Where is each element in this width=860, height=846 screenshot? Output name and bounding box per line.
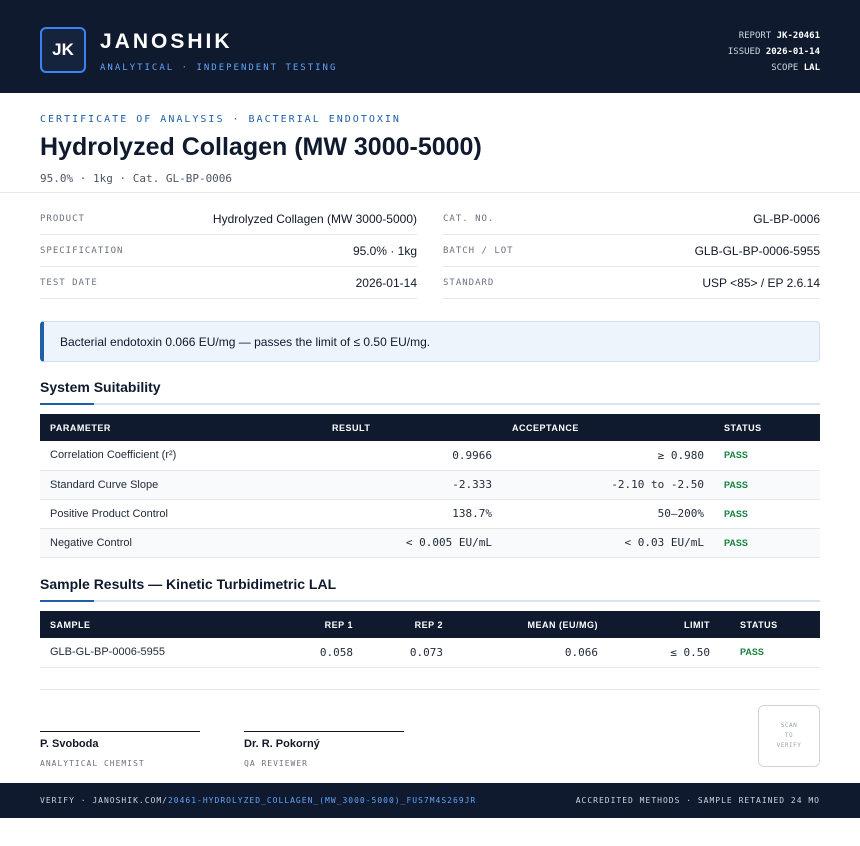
page-subtitle: 95.0% · 1kg · Cat. GL-BP-0006 (40, 172, 233, 185)
report-id: JK-20461 (776, 31, 820, 41)
info-cat-no: CAT. NO. GL-BP-0006 (443, 203, 820, 235)
document-kicker: CERTIFICATE OF ANALYSIS · BACTERIAL ENDO… (40, 114, 401, 125)
info-specification: SPECIFICATION 95.0% · 1kg (40, 235, 417, 267)
report-header: JK JANOSHIK ANALYTICAL · INDEPENDENT TES… (0, 0, 860, 93)
col-acceptance: ACCEPTANCE (502, 414, 714, 441)
report-footer: VERIFY · JANOSHIK.COM/20461-HYDROLYZED_C… (0, 783, 860, 818)
scope-value: LAL (803, 63, 820, 73)
col-rep1: REP 1 (276, 611, 363, 638)
signature-divider (40, 689, 820, 690)
page-title: Hydrolyzed Collagen (MW 3000-5000) (40, 133, 482, 161)
issued-line: ISSUED 2026-01-14 (727, 47, 820, 57)
col-status: STATUS (720, 611, 820, 638)
section-accent (40, 600, 94, 602)
verify-line: VERIFY · JANOSHIK.COM/20461-HYDROLYZED_C… (40, 796, 477, 805)
scope-line: SCOPE LAL (771, 63, 820, 73)
info-product: PRODUCT Hydrolyzed Collagen (MW 3000-500… (40, 203, 417, 235)
table-row: GLB-GL-BP-0006-5955 0.058 0.073 0.066 ≤ … (40, 638, 820, 668)
status-badge: PASS (724, 479, 748, 490)
samples-header-row: SAMPLE REP 1 REP 2 MEAN (EU/MG) LIMIT ST… (40, 611, 820, 638)
col-result: RESULT (322, 414, 502, 441)
table-row: Correlation Coefficient (r²) 0.9966 ≥ 0.… (40, 441, 820, 471)
table-row: Positive Product Control 138.7% 50–200% … (40, 499, 820, 529)
info-standard: STANDARD USP <85> / EP 2.6.14 (443, 267, 820, 299)
status-badge: PASS (724, 537, 748, 548)
result-callout: Bacterial endotoxin 0.066 EU/mg — passes… (40, 321, 820, 362)
col-limit: LIMIT (608, 611, 720, 638)
verify-link[interactable]: 20461-HYDROLYZED_COLLAGEN_(MW_3000-5000)… (168, 796, 476, 805)
col-sample: SAMPLE (40, 611, 276, 638)
suitability-rule (40, 403, 820, 405)
report-id-line: REPORT JK-20461 (738, 31, 820, 41)
brand-name: JANOSHIK (100, 30, 233, 53)
info-batch-lot: BATCH / LOT GLB-GL-BP-0006-5955 (443, 235, 820, 267)
col-rep2: REP 2 (363, 611, 453, 638)
header-divider (0, 192, 860, 193)
report-meta: REPORT JK-20461 ISSUED 2026-01-14 SCOPE … (728, 28, 820, 76)
signature-block: Dr. R. Pokorný QA REVIEWER (244, 731, 404, 768)
samples-rule (40, 600, 820, 602)
signer-name: P. Svoboda (40, 738, 99, 750)
signer-role: ANALYTICAL CHEMIST (40, 759, 145, 768)
info-test-date: TEST DATE 2026-01-14 (40, 267, 417, 299)
samples-table: SAMPLE REP 1 REP 2 MEAN (EU/MG) LIMIT ST… (40, 611, 820, 668)
suitability-header-row: PARAMETER RESULT ACCEPTANCE STATUS (40, 414, 820, 441)
table-row: Standard Curve Slope -2.333 -2.10 to -2.… (40, 470, 820, 500)
brand-tagline: ANALYTICAL · INDEPENDENT TESTING (100, 63, 338, 73)
brand-logo: JK (40, 27, 86, 73)
footer-note: ACCREDITED METHODS · SAMPLE RETAINED 24 … (575, 796, 820, 805)
col-mean: MEAN (EU/MG) (453, 611, 608, 638)
suitability-table: PARAMETER RESULT ACCEPTANCE STATUS Corre… (40, 414, 820, 558)
signer-role: QA REVIEWER (244, 759, 308, 768)
col-parameter: PARAMETER (40, 414, 322, 441)
section-accent (40, 403, 94, 405)
verify-qr-code[interactable]: SCAN TO VERIFY (758, 705, 820, 767)
status-badge: PASS (724, 450, 748, 461)
col-status: STATUS (714, 414, 820, 441)
table-row: Negative Control < 0.005 EU/mL < 0.03 EU… (40, 528, 820, 558)
suitability-title: System Suitability (40, 379, 161, 395)
issued-date: 2026-01-14 (765, 47, 820, 57)
signature-block: P. Svoboda ANALYTICAL CHEMIST (40, 731, 200, 768)
samples-title: Sample Results — Kinetic Turbidimetric L… (40, 576, 337, 592)
status-badge: PASS (724, 508, 748, 519)
status-badge: PASS (740, 647, 764, 658)
signer-name: Dr. R. Pokorný (244, 738, 320, 750)
